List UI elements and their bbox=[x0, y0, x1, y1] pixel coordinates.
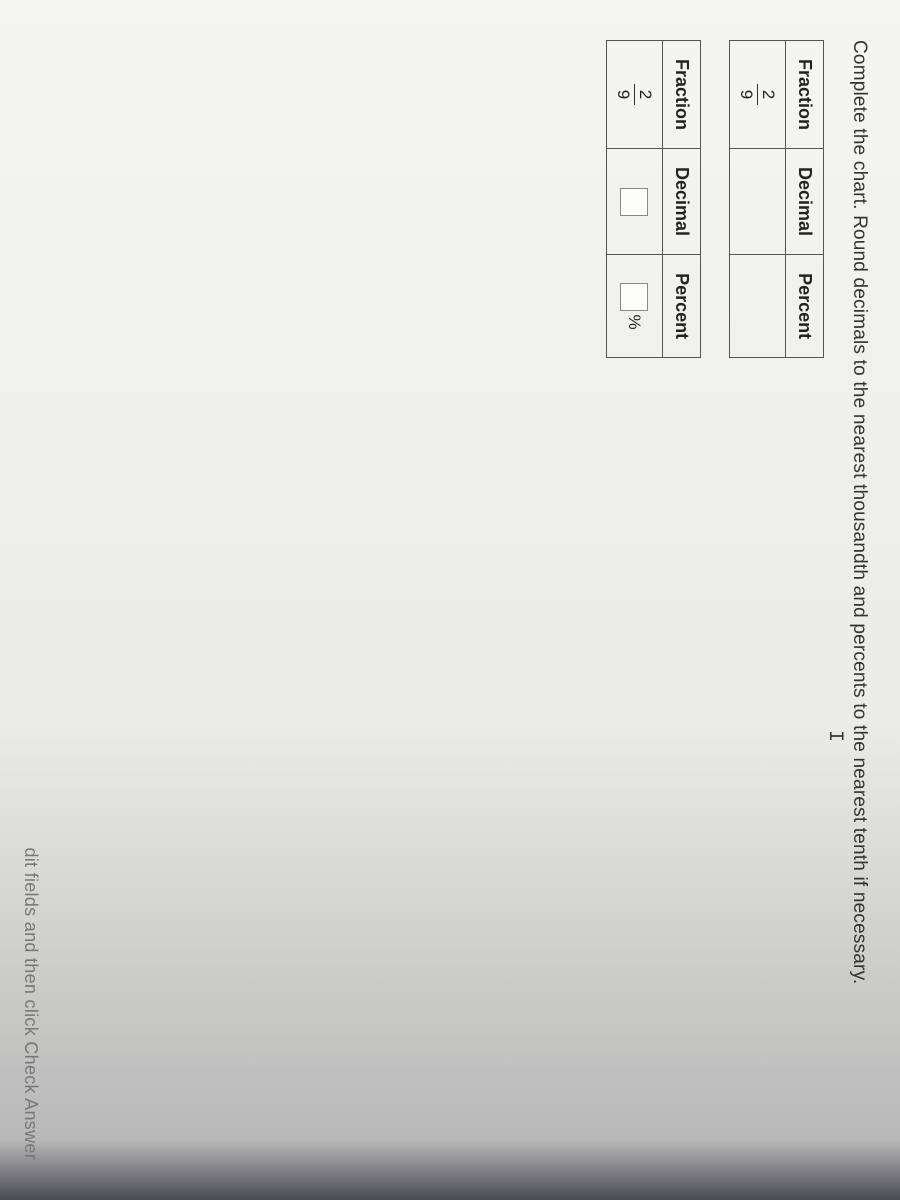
decimal-input-cell bbox=[607, 149, 663, 255]
percent-input[interactable] bbox=[621, 283, 649, 311]
fraction-cell: 2 9 bbox=[607, 41, 663, 149]
col-fraction: Fraction bbox=[663, 41, 701, 149]
fraction-denominator: 9 bbox=[738, 84, 758, 105]
table-row: 2 9 % bbox=[607, 41, 663, 358]
percent-input-cell: % bbox=[607, 255, 663, 358]
fraction-numerator: 2 bbox=[758, 84, 777, 105]
col-percent: Percent bbox=[663, 255, 701, 358]
col-fraction: Fraction bbox=[786, 41, 824, 149]
col-decimal: Decimal bbox=[663, 149, 701, 255]
table-row: 2 9 bbox=[730, 41, 786, 358]
fraction-denominator: 9 bbox=[615, 84, 635, 105]
table-header-row: Fraction Decimal Percent bbox=[663, 41, 701, 358]
answer-table: Fraction Decimal Percent 2 9 % bbox=[606, 40, 701, 358]
fraction-cell: 2 9 bbox=[730, 41, 786, 149]
decimal-input[interactable] bbox=[621, 188, 649, 216]
col-decimal: Decimal bbox=[786, 149, 824, 255]
decimal-cell-empty bbox=[730, 149, 786, 255]
footer-hint: dit fields and then click Check Answer bbox=[20, 847, 41, 1160]
fraction-display: 2 9 bbox=[738, 84, 777, 105]
fraction-display: 2 9 bbox=[615, 84, 654, 105]
table-header-row: Fraction Decimal Percent bbox=[786, 41, 824, 358]
text-cursor-glyph: I bbox=[823, 730, 846, 742]
instruction-text: Complete the chart. Round decimals to th… bbox=[848, 40, 870, 1160]
percent-sign: % bbox=[626, 315, 645, 330]
fraction-numerator: 2 bbox=[635, 84, 654, 105]
percent-cell-empty bbox=[730, 255, 786, 358]
reference-table: Fraction Decimal Percent 2 9 bbox=[729, 40, 824, 358]
col-percent: Percent bbox=[786, 255, 824, 358]
